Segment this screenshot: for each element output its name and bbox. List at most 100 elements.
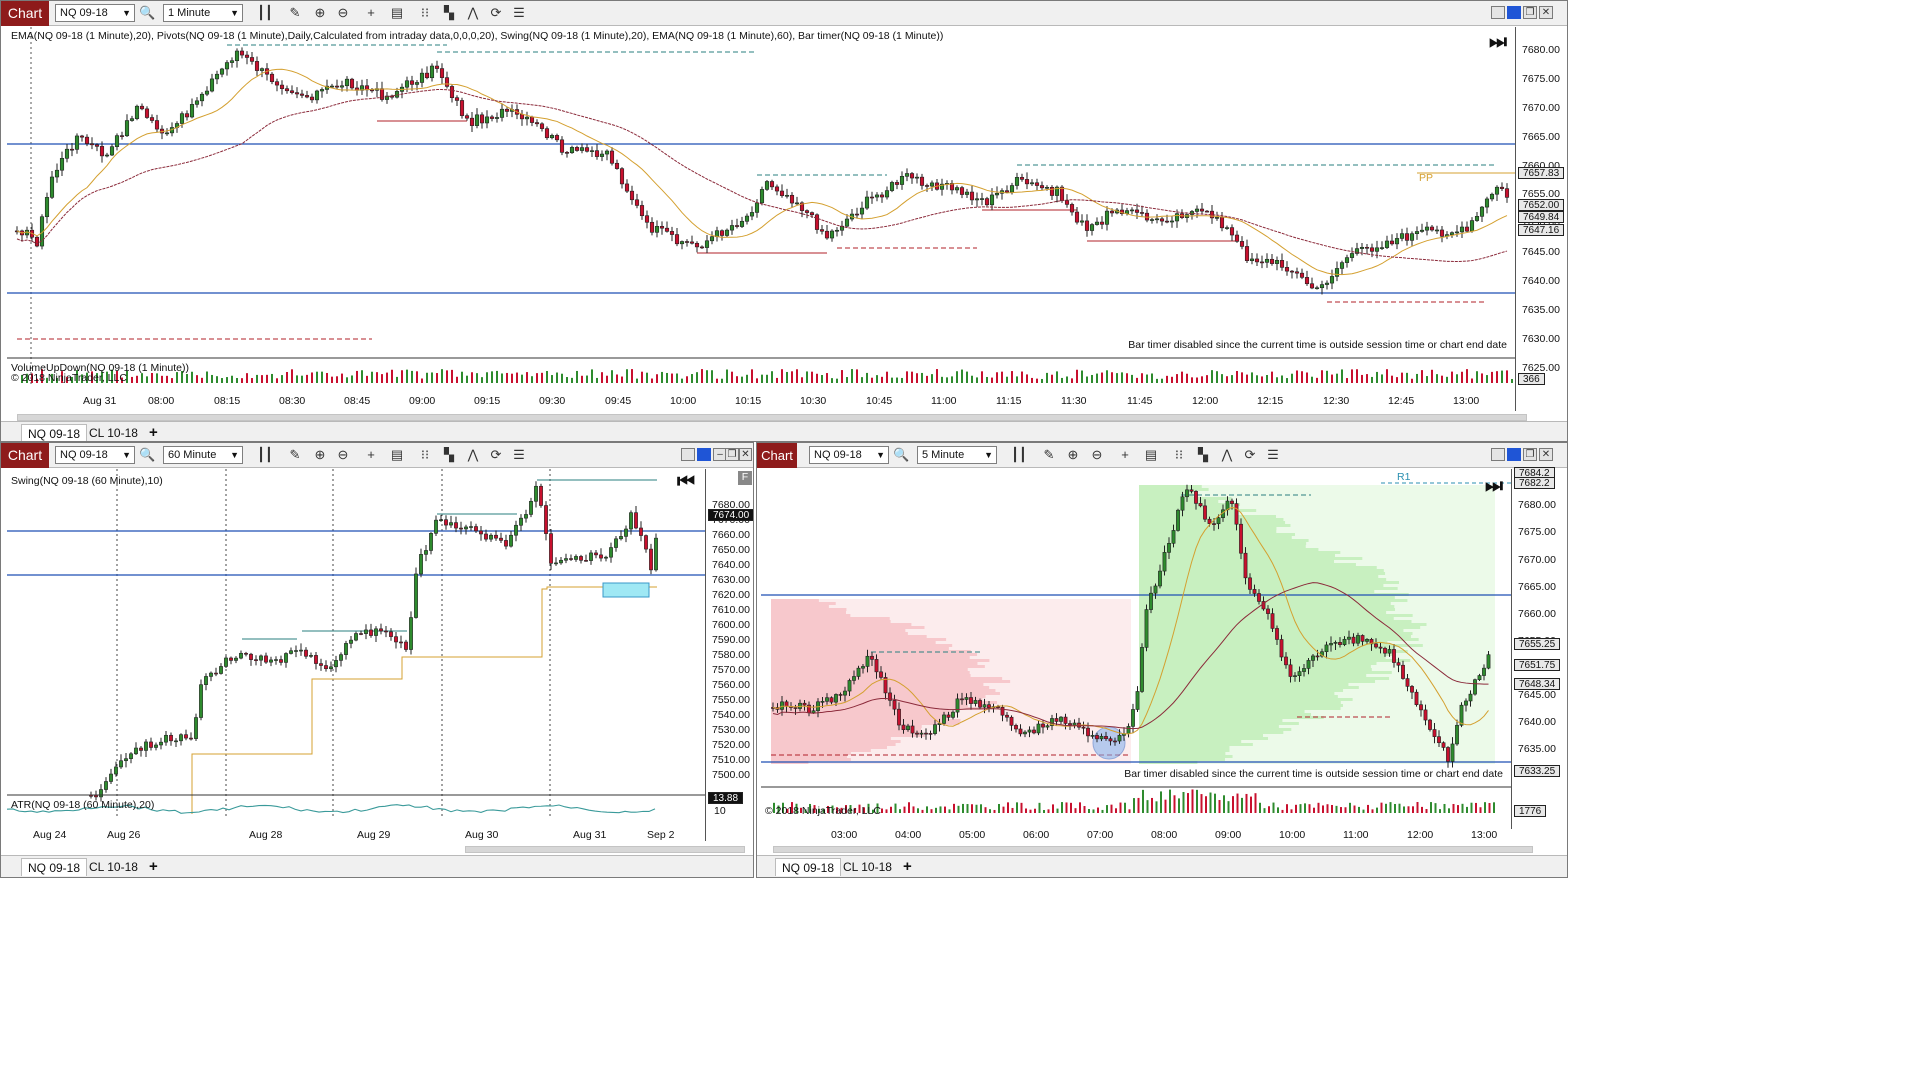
trend-draw-icon[interactable]: ⋀ bbox=[465, 5, 481, 21]
draw-pencil-icon[interactable]: ✎ bbox=[287, 5, 303, 21]
left-time-axis[interactable]: Aug 24 Aug 26 Aug 28 Aug 29 Aug 30 Aug 31 Sep … bbox=[7, 827, 705, 843]
instrument-selector[interactable]: NQ 09-18 ▼ bbox=[55, 446, 135, 464]
window-close-button[interactable]: ✕ bbox=[1539, 448, 1553, 461]
left-candle bbox=[324, 665, 328, 670]
top-candle bbox=[979, 198, 985, 200]
indicators-icon[interactable]: ⁝⁝ bbox=[417, 447, 433, 463]
window-minimize-button[interactable] bbox=[1491, 6, 1505, 19]
more-options-icon[interactable]: ☰ bbox=[511, 447, 527, 463]
price-tick-label: 7670.00 bbox=[1518, 553, 1556, 566]
top-candle bbox=[919, 176, 925, 186]
right-time-axis[interactable]: 03:00 04:00 05:00 06:00 07:00 08:00 09:00 10:00… bbox=[761, 827, 1511, 843]
properties-icon[interactable]: ▤ bbox=[1143, 447, 1159, 463]
trend-draw-icon[interactable]: ⋀ bbox=[1219, 447, 1235, 463]
strategies-icon[interactable]: ▚ bbox=[441, 447, 457, 463]
interval-selector[interactable]: 5 Minute ▼ bbox=[917, 446, 997, 464]
bar-style-icon[interactable]: ┃┃ bbox=[1011, 447, 1027, 463]
bar-style-icon[interactable]: ┃┃ bbox=[257, 5, 273, 21]
crosshair-icon[interactable]: + bbox=[363, 447, 379, 463]
zoom-out-icon[interactable]: ⊖ bbox=[1089, 447, 1105, 463]
tab-nq-09-18[interactable]: NQ 09-18 bbox=[775, 858, 842, 876]
left-chart-window: Chart NQ 09-18 ▼ 🔍 60 Minute ▼ ┃┃ ✎ ⊕ ⊖ + … bbox=[0, 442, 754, 878]
zoom-out-icon[interactable]: ⊖ bbox=[335, 5, 351, 21]
volume-bar bbox=[1336, 373, 1338, 383]
top-candle bbox=[1014, 177, 1020, 186]
instrument-selector[interactable]: NQ 09-18 ▼ bbox=[809, 446, 889, 464]
window-restore-button[interactable]: ❐ bbox=[1523, 448, 1537, 461]
volume-bar bbox=[771, 371, 773, 383]
reload-icon[interactable]: ⟳ bbox=[488, 447, 504, 463]
top-candle bbox=[459, 100, 465, 116]
tab-cl-10-18[interactable]: CL 10-18 bbox=[83, 858, 144, 876]
indicators-icon[interactable]: ⁝⁝ bbox=[417, 5, 433, 21]
top-time-axis[interactable]: Aug 31 08:00 08:15 08:30 08:45 09:00 09:15 09:3… bbox=[7, 393, 1515, 411]
right-price-panel[interactable]: © 2018 NinjaTrader, LLC Bar timer disabl… bbox=[761, 469, 1511, 829]
more-options-icon[interactable]: ☰ bbox=[1265, 447, 1281, 463]
trend-draw-icon[interactable]: ⋀ bbox=[465, 447, 481, 463]
volume-bar bbox=[356, 370, 358, 383]
zoom-in-icon[interactable]: ⊕ bbox=[312, 447, 328, 463]
left-candle bbox=[344, 643, 348, 655]
bar-style-icon[interactable]: ┃┃ bbox=[257, 447, 273, 463]
zoom-out-icon[interactable]: ⊖ bbox=[335, 447, 351, 463]
time-tick-label: 12:00 bbox=[1407, 829, 1434, 841]
left-price-panel[interactable]: Swing(NQ 09-18 (60 Minute),10) ATR(NQ 09… bbox=[7, 469, 705, 841]
search-icon[interactable]: 🔍 bbox=[139, 5, 155, 21]
add-tab-button[interactable]: + bbox=[897, 858, 918, 876]
tab-cl-10-18[interactable]: CL 10-18 bbox=[837, 858, 898, 876]
add-tab-button[interactable]: + bbox=[143, 858, 164, 876]
properties-icon[interactable]: ▤ bbox=[389, 447, 405, 463]
volume-bar bbox=[811, 371, 813, 383]
add-tab-button[interactable]: + bbox=[143, 424, 164, 441]
volume-bar bbox=[1430, 802, 1432, 813]
window-minimize-button[interactable] bbox=[681, 448, 695, 461]
reload-icon[interactable]: ⟳ bbox=[1242, 447, 1258, 463]
volume-bar bbox=[1254, 793, 1257, 813]
zoom-in-icon[interactable]: ⊕ bbox=[312, 5, 328, 21]
left-horizontal-scrollbar[interactable] bbox=[9, 843, 745, 855]
volume-bar bbox=[246, 373, 248, 383]
instrument-selector[interactable]: NQ 09-18 ▼ bbox=[55, 4, 135, 22]
window-link-button[interactable] bbox=[697, 448, 711, 461]
reload-icon[interactable]: ⟳ bbox=[488, 5, 504, 21]
window-restore-button[interactable]: ❐ bbox=[1523, 6, 1537, 19]
interval-selector[interactable]: 60 Minute ▼ bbox=[163, 446, 243, 464]
indicators-icon[interactable]: ⁝⁝ bbox=[1171, 447, 1187, 463]
window-minimize-button[interactable] bbox=[1491, 448, 1505, 461]
window-close-button[interactable]: ✕ bbox=[1539, 6, 1553, 19]
search-icon[interactable]: 🔍 bbox=[893, 447, 909, 463]
volume-bar bbox=[381, 374, 383, 383]
right-horizontal-scrollbar[interactable] bbox=[765, 843, 1559, 855]
properties-icon[interactable]: ▤ bbox=[389, 5, 405, 21]
volume-bar bbox=[1142, 789, 1144, 813]
search-icon[interactable]: 🔍 bbox=[139, 447, 155, 463]
skip-to-end-icon[interactable]: ⏮ bbox=[677, 471, 695, 494]
window-link-button[interactable] bbox=[1507, 6, 1521, 19]
flag-icon[interactable]: F bbox=[738, 471, 752, 485]
tab-nq-09-18[interactable]: NQ 09-18 bbox=[21, 424, 88, 441]
tab-nq-09-18[interactable]: NQ 09-18 bbox=[21, 858, 88, 876]
volume-bar bbox=[1486, 375, 1488, 383]
crosshair-icon[interactable]: + bbox=[1117, 447, 1133, 463]
window-close-button[interactable]: ✕ bbox=[739, 448, 752, 461]
left-price-axis[interactable]: F 7680.007670.007660.007650.007640.00763… bbox=[705, 469, 753, 841]
draw-pencil-icon[interactable]: ✎ bbox=[1041, 447, 1057, 463]
skip-to-end-icon[interactable]: ⏭ bbox=[1485, 475, 1503, 498]
right-candle bbox=[1446, 747, 1450, 762]
top-price-axis[interactable]: 7680.00 7675.00 7670.00 7665.00 7660.00 7655.… bbox=[1515, 27, 1567, 411]
window-link-button[interactable] bbox=[1507, 448, 1521, 461]
skip-to-end-icon[interactable]: ⏭ bbox=[1489, 31, 1507, 54]
zoom-in-icon[interactable]: ⊕ bbox=[1065, 447, 1081, 463]
right-price-axis[interactable]: 7680.00 7675.00 7670.00 7665.00 7660.00 7655.… bbox=[1511, 467, 1567, 829]
top-price-panel[interactable]: EMA(NQ 09-18 (1 Minute),20), Pivots(NQ 0… bbox=[7, 27, 1515, 411]
draw-pencil-icon[interactable]: ✎ bbox=[287, 447, 303, 463]
more-options-icon[interactable]: ☰ bbox=[511, 5, 527, 21]
crosshair-icon[interactable]: + bbox=[363, 5, 379, 21]
interval-selector[interactable]: 1 Minute ▼ bbox=[163, 4, 243, 22]
strategies-icon[interactable]: ▚ bbox=[441, 5, 457, 21]
tab-cl-10-18[interactable]: CL 10-18 bbox=[83, 424, 144, 441]
window-restore-button[interactable]: ❐ bbox=[725, 448, 739, 461]
strategies-icon[interactable]: ▚ bbox=[1195, 447, 1211, 463]
volume-bar bbox=[211, 374, 213, 383]
top-candle bbox=[964, 191, 970, 195]
